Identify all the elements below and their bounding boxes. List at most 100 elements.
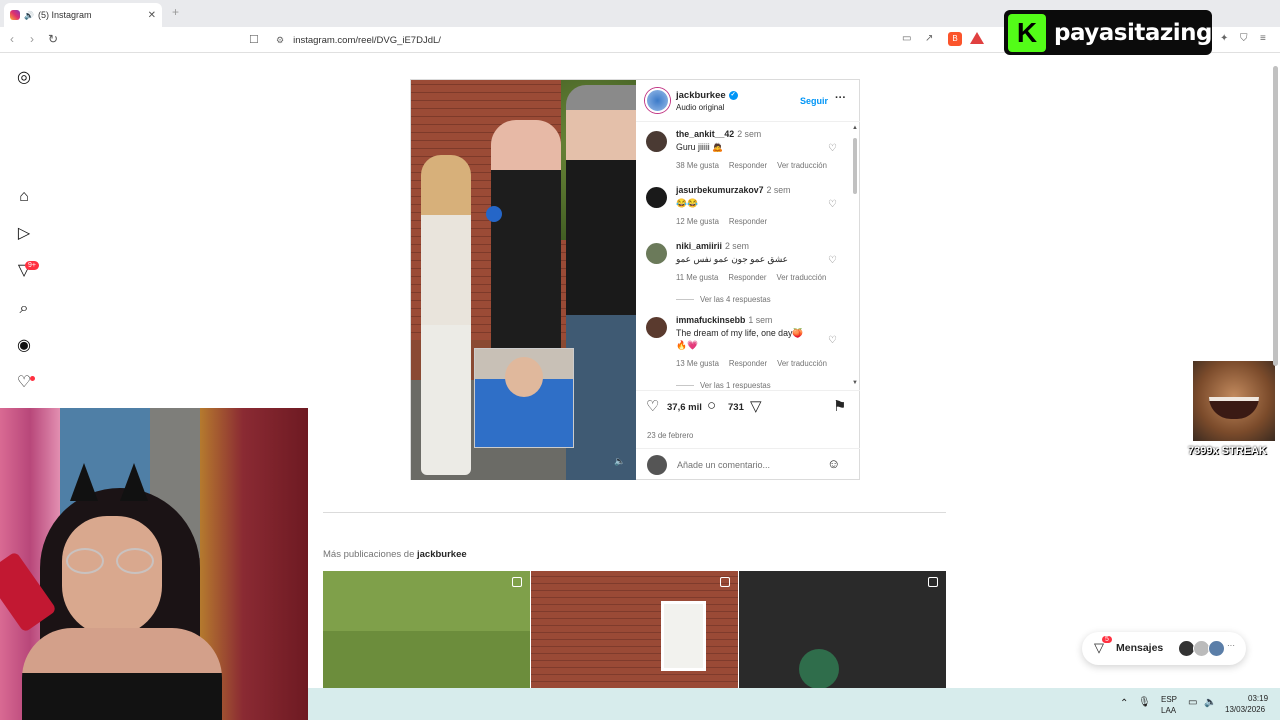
glasses-lens <box>66 548 104 574</box>
video-inset-image <box>474 348 574 448</box>
language-code[interactable]: ESP <box>1161 695 1177 704</box>
cat-ear-right <box>120 463 148 501</box>
avatar[interactable] <box>646 317 667 338</box>
emoji-icon[interactable]: ☺ <box>827 456 840 471</box>
page-scrollbar[interactable] <box>1271 56 1280 688</box>
comment-time: 2 sem <box>737 129 762 139</box>
view-replies-link[interactable]: Ver las 4 respuestas <box>676 295 771 304</box>
like-icon[interactable]: ♡ <box>646 397 659 415</box>
comment-likes[interactable]: 11 Me gusta <box>676 273 718 282</box>
likes-count[interactable]: 37,6 mil <box>667 402 702 413</box>
comment-likes[interactable]: 38 Me gusta <box>676 161 719 170</box>
comment-meta: 13 Me gusta Responder Ver traducción <box>676 359 837 368</box>
notifications-badge: 9+ <box>25 261 39 270</box>
comment-icon[interactable]: ○ <box>707 397 716 414</box>
reload-icon[interactable]: ↻ <box>48 32 58 46</box>
chevron-up-icon[interactable]: ⌃ <box>1120 698 1128 709</box>
comment-meta: 38 Me gusta Responder Ver traducción <box>676 161 837 170</box>
forward-icon[interactable]: › <box>30 32 34 46</box>
translate-link[interactable]: Ver traducción <box>777 273 827 282</box>
close-tab-icon[interactable]: ✕ <box>148 10 156 21</box>
more-posts-user-link[interactable]: jackburkee <box>417 549 467 560</box>
reel-icon <box>928 577 938 587</box>
network-icon[interactable]: ▭ <box>1188 697 1197 708</box>
menu-icon[interactable]: ≡ <box>1260 33 1266 44</box>
speaker-icon[interactable]: 🔊 <box>24 11 34 20</box>
messages-button[interactable]: ▽ 5 Mensajes ··· <box>1082 632 1246 665</box>
bookmark-icon[interactable]: ☐ <box>249 33 259 46</box>
comment-username[interactable]: niki_amiirii 2 sem <box>676 241 749 251</box>
avatar[interactable] <box>646 243 667 264</box>
like-comment-icon[interactable]: ♡ <box>828 199 837 210</box>
cast-icon[interactable]: ▭ <box>902 33 911 44</box>
save-icon[interactable]: ⚑ <box>833 397 846 415</box>
reel-icon <box>512 577 522 587</box>
post-thumbnail[interactable] <box>531 571 738 688</box>
more-options-icon[interactable]: ··· <box>835 92 846 104</box>
url-field[interactable]: ⚙ instagram.com/reel/DVG_iE7DJdL/ <box>270 30 990 50</box>
microphone-icon[interactable]: 🎙 <box>1138 697 1151 708</box>
reply-link[interactable]: Responder <box>728 273 766 282</box>
vpn-icon[interactable]: ⛉ <box>1240 33 1248 44</box>
comment-username[interactable]: the_ankit__42 2 sem <box>676 129 761 139</box>
woman-figure <box>421 155 471 475</box>
author-username[interactable]: jackburkee ✓ <box>676 90 738 101</box>
translate-link[interactable]: Ver traducción <box>777 359 827 368</box>
clock-date[interactable]: 13/03/2026 <box>1225 705 1265 714</box>
scroll-up-icon[interactable]: ▲ <box>852 125 858 131</box>
like-comment-icon[interactable]: ♡ <box>828 335 837 346</box>
like-comment-icon[interactable]: ♡ <box>828 143 837 154</box>
comment-time: 2 sem <box>724 241 749 251</box>
author-avatar[interactable] <box>645 88 670 113</box>
home-icon[interactable]: ⌂ <box>14 187 34 207</box>
new-tab-icon[interactable]: + <box>172 5 179 19</box>
audio-label[interactable]: Audio original <box>676 103 724 112</box>
post-date[interactable]: 23 de febrero <box>647 431 693 440</box>
volume-icon[interactable]: 🔈 <box>1204 697 1216 708</box>
scrollbar-thumb[interactable] <box>1273 66 1278 366</box>
comment-likes[interactable]: 12 Me gusta <box>676 217 719 226</box>
post-thumbnail[interactable] <box>323 571 530 688</box>
share-icon[interactable]: ↗ <box>925 33 933 44</box>
comment-username[interactable]: immafuckinsebb 1 sem <box>676 315 772 325</box>
streamer-body <box>22 628 222 720</box>
reply-link[interactable]: Responder <box>729 359 767 368</box>
avatar[interactable] <box>646 187 667 208</box>
scrollbar-thumb[interactable] <box>853 138 857 194</box>
search-icon[interactable]: ⌕ <box>14 299 34 319</box>
like-comment-icon[interactable]: ♡ <box>828 255 837 266</box>
tab-title: (5) Instagram <box>37 10 92 20</box>
cat-ear-left <box>70 463 98 501</box>
site-settings-icon[interactable]: ⚙ <box>276 35 284 46</box>
instagram-logo-icon[interactable]: ◎ <box>14 68 34 88</box>
brave-shields-icon[interactable]: B <box>948 32 962 46</box>
kick-logo-icon: K <box>1008 13 1046 52</box>
scroll-down-icon[interactable]: ▼ <box>852 380 858 386</box>
explore-icon[interactable]: ◉ <box>14 336 34 356</box>
comments-scrollbar[interactable]: ▲ ▼ <box>852 125 858 390</box>
comment-username-text: the_ankit__42 <box>676 129 735 139</box>
comment-text-line2: 🔥💗 <box>676 340 698 350</box>
reels-icon[interactable]: ▷ <box>14 224 34 244</box>
translate-link[interactable]: Ver traducción <box>777 161 827 170</box>
brave-rewards-icon[interactable] <box>970 32 984 44</box>
browser-tab[interactable]: 🔊 (5) Instagram ✕ <box>4 3 162 27</box>
reply-link[interactable]: Responder <box>729 161 767 170</box>
share-icon[interactable]: ▽ <box>750 397 762 415</box>
streak-counter: 7399x STREAK <box>1188 445 1267 457</box>
leo-ai-icon[interactable]: ✦ <box>1220 33 1228 44</box>
avatar[interactable] <box>646 131 667 152</box>
reply-link[interactable]: Responder <box>729 217 767 226</box>
clock-time[interactable]: 03:19 <box>1248 694 1268 703</box>
keyboard-layout[interactable]: LAA <box>1161 706 1176 715</box>
back-icon[interactable]: ‹ <box>10 32 14 46</box>
post-thumbnail[interactable] <box>739 571 946 688</box>
comment-likes[interactable]: 13 Me gusta <box>676 359 719 368</box>
add-comment-input[interactable]: Añade un comentario... <box>677 460 770 470</box>
kick-channel-logo: K payasitazing <box>1004 10 1213 55</box>
volume-icon[interactable]: 🔈 <box>614 456 625 467</box>
follow-button[interactable]: Seguir <box>800 96 828 106</box>
reel-video[interactable]: 🔈 <box>411 80 636 480</box>
comment-username[interactable]: jasurbekumurzakov7 2 sem <box>676 185 791 195</box>
view-replies-link[interactable]: Ver las 1 respuestas <box>676 381 771 389</box>
